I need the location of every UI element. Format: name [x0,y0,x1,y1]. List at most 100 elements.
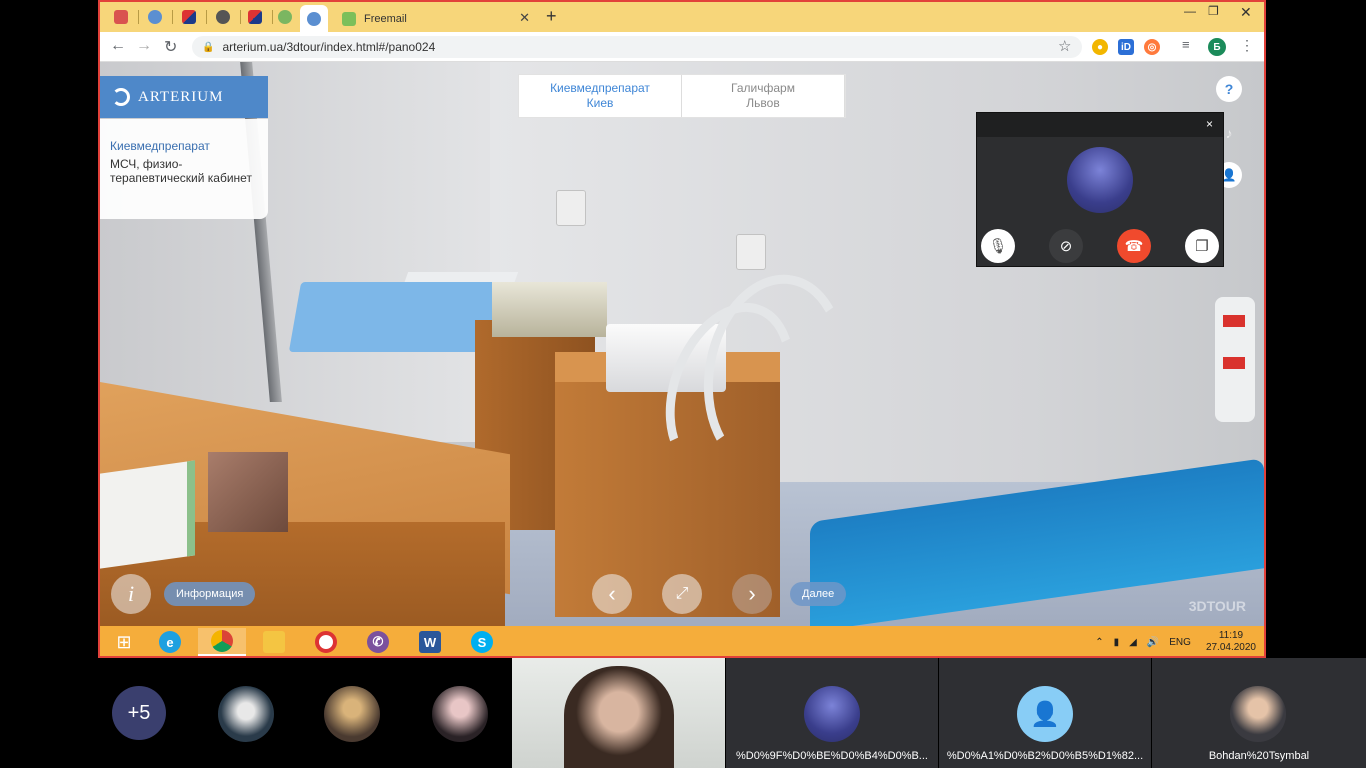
window-switch-icon: ❐ [1195,238,1209,255]
back-icon[interactable]: ← [110,37,126,55]
extension-icon-1[interactable]: ● [1092,39,1108,55]
taskbar-skype[interactable]: S [458,628,506,656]
fullscreen-button[interactable]: ⤢ [662,574,702,614]
arterium-logo[interactable]: ARTERIUM [100,76,268,118]
scene-remote [1215,297,1255,422]
panorama-view[interactable]: ARTERIUM Киевмедпрепарат МСЧ, физио-тера… [100,62,1264,626]
participant-avatar-penguins[interactable] [218,686,274,742]
next-arrow-button[interactable]: › [732,574,772,614]
prev-arrow-button[interactable]: ‹ [592,574,632,614]
profile-avatar[interactable]: Б [1208,38,1226,56]
taskbar-explorer[interactable] [250,628,298,656]
tray-volume-icon[interactable]: 🔊 [1147,637,1159,648]
tray-time: 11:19 [1218,630,1244,641]
bookmark-star-icon[interactable]: ☆ [1058,37,1071,55]
taskbar-chrome[interactable] [198,628,246,656]
tray-clock[interactable]: 11:19 27.04.2020 [1206,630,1256,654]
hang-up-icon: ☎ [1124,238,1144,255]
help-button[interactable]: ? [1216,76,1242,102]
scene-book [100,460,195,569]
pinned-tab-4[interactable] [210,7,236,27]
info-label[interactable]: Информация [164,582,256,606]
extension-icon-3[interactable]: ◎ [1144,39,1160,55]
pinned-tab-3[interactable] [176,7,202,27]
chevron-left-icon: ‹ [608,581,616,606]
caller-avatar [1067,147,1133,213]
url-text: arterium.ua/3dtour/index.html#/pano024 [222,40,436,54]
shared-window-frame: Freemail ✕ + — ❐ ✕ ← → ↻ 🔒 arterium.ua/3… [98,0,1266,658]
arterium-leaf-icon [112,88,130,106]
taskbar-opera[interactable] [302,628,350,656]
pinned-tab-1[interactable] [108,7,134,27]
location-tab-line2: Львов [746,96,780,110]
brand-icon [182,10,196,24]
viber-icon: ✆ [367,631,389,653]
participant-avatar-3[interactable] [432,686,488,742]
forward-icon[interactable]: → [136,37,152,55]
participant-tile-2-avatar: 👤 [1017,686,1073,742]
camera-off-button[interactable]: ⊘ [1049,229,1083,263]
call-close-icon[interactable]: × [1206,117,1213,131]
switch-window-button[interactable]: ❐ [1185,229,1219,263]
url-field[interactable]: 🔒 arterium.ua/3dtour/index.html#/pano024 [192,36,1082,58]
call-widget-header: × [977,113,1223,137]
location-tab-lviv[interactable]: Галичфарм Львов [682,75,845,117]
tour-watermark: 3DTOUR [1188,598,1246,614]
participant-name: %D0%9F%D0%BE%D0%B4%D0%B... [736,750,928,762]
word-icon: W [419,631,441,653]
close-tab-icon[interactable]: ✕ [519,10,530,26]
pinned-tab-5[interactable] [242,7,268,27]
reload-icon[interactable]: ↻ [164,37,177,57]
fullscreen-icon: ⤢ [675,585,689,602]
media-list-icon[interactable]: ≡ [1182,37,1190,52]
windows-logo-icon: ⊞ [116,631,132,652]
arterium-icon [148,10,162,24]
arterium-icon [307,11,321,26]
location-tab-line1: Галичфарм [731,81,795,95]
new-tab-button[interactable]: + [546,6,557,27]
skype-icon: S [471,631,493,653]
info-button[interactable]: i [111,574,151,614]
taskbar-ie[interactable]: e [146,628,194,656]
opera-icon [315,631,337,653]
tab-freemail[interactable]: Freemail ✕ [336,5,536,32]
address-bar-row: ← → ↻ 🔒 arterium.ua/3dtour/index.html#/p… [100,32,1264,62]
minimize-icon[interactable]: — [1184,4,1196,18]
participants-strip: +5 %D0%9F%D0%BE%D0%B4%D0%B... 👤 %D0%A1%D… [0,658,1366,768]
tab-freemail-title: Freemail [364,12,407,25]
participant-video-tile[interactable] [512,658,725,768]
system-tray: ⌃ ▮ ◢ 🔊 ENG 11:19 27.04.2020 [1090,626,1256,656]
taskbar-viber[interactable]: ✆ [354,628,402,656]
menu-kebab-icon[interactable]: ⋮ [1240,37,1254,54]
microphone-button[interactable]: 🎙 [981,229,1015,263]
tray-expand-icon[interactable]: ⌃ [1095,637,1103,648]
participant-tile-3[interactable]: Bohdan%20Tsymbal [1152,658,1366,768]
participant-avatar-2[interactable] [324,686,380,742]
start-button[interactable]: ⊞ [100,628,148,656]
brand-icon [248,10,262,24]
info-card-description: МСЧ, физио-терапевтический кабинет [110,157,252,185]
participant-tile-1[interactable]: %D0%9F%D0%BE%D0%B4%D0%B... [726,658,938,768]
participant-name: %D0%A1%D0%B2%D0%B5%D1%82... [946,750,1144,762]
chevron-right-icon: › [748,581,756,606]
screen: Freemail ✕ + — ❐ ✕ ← → ↻ 🔒 arterium.ua/3… [0,0,1366,768]
restore-icon[interactable]: ❐ [1208,4,1219,18]
location-tab-kyiv[interactable]: Киевмедпрепарат Киев [519,75,682,117]
tray-signal-icon[interactable]: ◢ [1129,637,1137,648]
pinned-tab-2[interactable] [142,7,168,27]
close-window-icon[interactable]: ✕ [1240,4,1252,21]
brand-name: ARTERIUM [138,88,224,105]
location-info-card: Киевмедпрепарат МСЧ, физио-терапевтическ… [100,119,268,219]
more-participants-button[interactable]: +5 [112,686,166,740]
end-call-button[interactable]: ☎ [1117,229,1151,263]
tray-language[interactable]: ENG [1169,637,1191,648]
extension-icon-2[interactable]: iD [1118,39,1134,55]
location-tab-line1: Киевмедпрепарат [550,81,650,95]
tray-network-icon[interactable]: ▮ [1114,637,1120,648]
pinned-tab-6[interactable] [272,7,298,27]
taskbar-word[interactable]: W [406,628,454,656]
microphone-icon: 🎙 [988,238,1008,255]
tab-active-arterium[interactable] [300,5,328,32]
next-label[interactable]: Далее [790,582,847,606]
participant-tile-2[interactable]: 👤 %D0%A1%D0%B2%D0%B5%D1%82... [939,658,1151,768]
